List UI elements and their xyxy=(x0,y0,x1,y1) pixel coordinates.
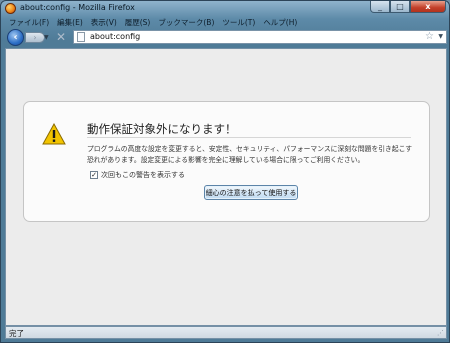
maximize-button[interactable]: □ xyxy=(390,1,410,13)
divider xyxy=(87,137,411,138)
url-text[interactable]: about:config xyxy=(90,32,140,41)
history-dropdown-icon[interactable]: ▼ xyxy=(44,34,49,41)
url-dropdown-icon[interactable]: ▼ xyxy=(438,33,443,40)
menu-bookmarks[interactable]: ブックマーク(B) xyxy=(154,17,218,28)
bookmark-star-icon[interactable]: ☆ xyxy=(425,31,434,42)
forward-arrow-icon: › xyxy=(33,33,37,42)
browser-window: about:config - Mozilla Firefox _ □ x ファイ… xyxy=(0,0,450,343)
address-bar[interactable]: about:config ☆ ▼ xyxy=(73,30,447,44)
menu-view[interactable]: 表示(V) xyxy=(87,17,121,28)
menu-tools[interactable]: ツール(T) xyxy=(218,17,259,28)
warning-panel: 動作保証対象外になります！ プログラムの高度な設定を変更すると、安定性、セキュリ… xyxy=(23,101,430,222)
minimize-button[interactable]: _ xyxy=(370,1,390,13)
status-text: 完了 xyxy=(9,329,24,338)
window-title: about:config - Mozilla Firefox xyxy=(20,3,135,12)
stop-button[interactable]: ✕ xyxy=(54,30,68,44)
menu-bar: ファイル(F) 編集(E) 表示(V) 履歴(S) ブックマーク(B) ツール(… xyxy=(5,16,447,28)
page-content: 動作保証対象外になります！ プログラムの高度な設定を変更すると、安定性、セキュリ… xyxy=(5,48,447,326)
navigation-bar: ‹ › ▼ ✕ about:config ☆ ▼ xyxy=(5,29,447,47)
show-warning-checkbox[interactable]: ✓ xyxy=(90,171,98,179)
warning-icon xyxy=(42,123,66,145)
firefox-logo-icon xyxy=(5,3,16,14)
back-button[interactable]: ‹ xyxy=(7,29,24,46)
status-bar: 完了 ⋰ xyxy=(5,326,447,339)
menu-edit[interactable]: 編集(E) xyxy=(53,17,87,28)
accept-risk-button[interactable]: 細心の注意を払って使用する xyxy=(204,185,298,200)
show-warning-label[interactable]: 次回もこの警告を表示する xyxy=(101,170,185,180)
back-arrow-icon: ‹ xyxy=(13,32,18,43)
page-icon xyxy=(77,32,85,42)
warning-title: 動作保証対象外になります！ xyxy=(87,122,237,136)
menu-help[interactable]: ヘルプ(H) xyxy=(259,17,301,28)
warning-message: プログラムの高度な設定を変更すると、安定性、セキュリティ、パフォーマンスに深刻な… xyxy=(87,145,413,164)
close-button[interactable]: x xyxy=(410,1,446,13)
menu-file[interactable]: ファイル(F) xyxy=(5,17,53,28)
resize-grip-icon[interactable]: ⋰ xyxy=(437,329,444,337)
stop-icon: ✕ xyxy=(55,30,67,44)
menu-history[interactable]: 履歴(S) xyxy=(121,17,155,28)
forward-button[interactable]: › xyxy=(25,32,45,43)
show-warning-checkbox-row[interactable]: ✓ 次回もこの警告を表示する xyxy=(90,170,185,180)
window-controls: _ □ x xyxy=(370,1,446,14)
title-bar[interactable]: about:config - Mozilla Firefox _ □ x xyxy=(1,1,449,16)
